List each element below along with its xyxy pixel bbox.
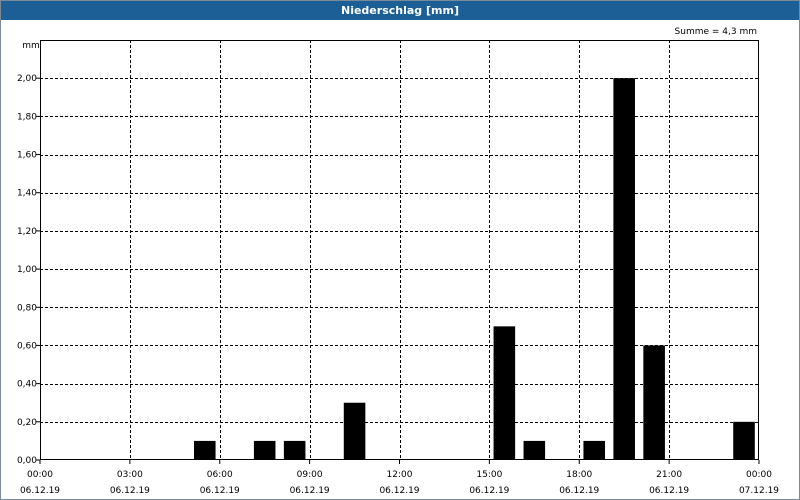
x-tick-date: 06.12.19 — [649, 486, 689, 496]
precipitation-bar — [643, 345, 665, 460]
y-axis-label: mm — [22, 41, 40, 51]
precipitation-bar — [493, 326, 516, 460]
x-tick-date: 06.12.19 — [110, 486, 150, 496]
x-tick-time: 12:00 — [387, 470, 413, 480]
x-tick-time: 06:00 — [207, 470, 233, 480]
x-tick-time: 00:00 — [27, 470, 53, 480]
y-tick-label: 2,00 — [17, 74, 37, 84]
precipitation-bar — [283, 440, 306, 460]
y-tick-label: 1,20 — [17, 227, 37, 237]
x-tick-date: 06.12.19 — [379, 486, 419, 496]
x-tick-date: 06.12.19 — [290, 486, 330, 496]
precipitation-chart: 0,00 0,20 0,40 0,60 0,80 1,00 1,20 1,40 1,60 1,80… — [17, 27, 779, 496]
x-tick-date: 06.12.19 — [200, 486, 240, 496]
x-tick-time: 03:00 — [117, 470, 143, 480]
x-tick-date: 06.12.19 — [559, 486, 599, 496]
x-tick-date: 07.12.19 — [739, 486, 779, 496]
x-tick-time: 15:00 — [476, 470, 502, 480]
y-tick-label: 0,20 — [17, 418, 37, 428]
precipitation-bar — [193, 440, 216, 460]
y-tick-label: 1,00 — [17, 265, 37, 275]
y-tick-label: 0,00 — [17, 456, 37, 466]
precipitation-bar — [253, 440, 276, 460]
x-tick-time: 09:00 — [297, 470, 323, 480]
x-tick-time: 21:00 — [656, 470, 682, 480]
x-tick-time: 18:00 — [566, 470, 592, 480]
y-tick-label: 0,80 — [17, 303, 37, 313]
y-tick-label: 0,60 — [17, 341, 37, 351]
x-tick-date: 06.12.19 — [20, 486, 60, 496]
precipitation-bar — [523, 440, 546, 460]
x-tick-time: 00:00 — [746, 470, 772, 480]
y-axis: 0,00 0,20 0,40 0,60 0,80 1,00 1,20 1,40 1,60 1,80… — [17, 74, 40, 466]
x-tick-date: 06.12.19 — [469, 486, 509, 496]
precipitation-bar — [583, 440, 606, 460]
y-tick-label: 1,60 — [17, 151, 37, 161]
x-axis: 00:00 06.12.19 03:00 06.12.19 06:00 06.12.19 0… — [20, 460, 779, 496]
sum-annotation: Summe = 4,3 mm — [675, 27, 757, 37]
precipitation-bar — [613, 78, 635, 460]
y-tick-label: 1,40 — [17, 189, 37, 199]
precipitation-bar — [733, 421, 755, 460]
y-tick-label: 0,40 — [17, 380, 37, 390]
precipitation-bar — [343, 402, 366, 460]
y-tick-label: 1,80 — [17, 112, 37, 122]
